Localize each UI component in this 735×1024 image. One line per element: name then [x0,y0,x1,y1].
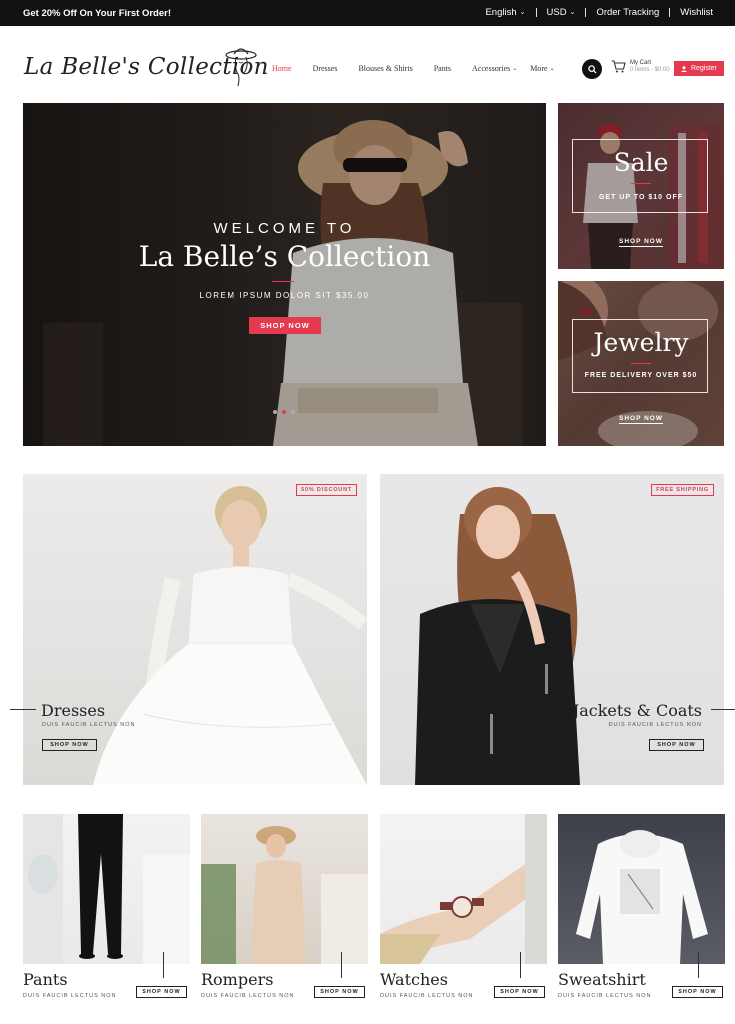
jackets-title: Jackets & Coats [572,701,702,720]
promo-text: Get 20% Off On Your First Order! [23,8,171,19]
hero-shop-now-button[interactable]: SHOP NOW [249,317,321,334]
dresses-subtitle: DUIS FAUCIB LECTUS NON [42,722,136,728]
carousel-dot[interactable] [273,410,277,414]
carousel-dot-active[interactable] [282,410,286,414]
hero-welcome: WELCOME TO [213,220,356,237]
pants-shop-now-button[interactable]: SHOP NOW [136,986,187,998]
sale-shop-now-link[interactable]: SHOP NOW [558,238,724,247]
rompers-image [201,826,368,964]
hero-subtitle: LOREM IPSUM DOLOR SIT $35.00 [199,291,370,300]
nav-item-blouses-shirts[interactable]: Blouses & Shirts [358,64,412,73]
pants-subtitle: DUIS FAUCIB LECTUS NON [23,993,117,999]
nav-item-label: More [530,64,548,73]
cart-text: My Cart 0 items - $0.00 [630,60,670,74]
divider [163,952,164,978]
nav-item-pants[interactable]: Pants [434,64,451,73]
user-icon [680,65,687,72]
nav-item-more[interactable]: More ⌄ [530,64,554,73]
language-label: English [485,7,517,18]
hero-overlay [23,103,546,446]
search-icon [587,64,597,74]
chevron-down-icon: ⌄ [569,9,576,16]
watches-image [380,814,547,964]
jewelry-shop-now-link[interactable]: SHOP NOW [558,415,724,424]
currency-select[interactable]: USD ⌄ [537,7,586,18]
nav-item-dresses[interactable]: Dresses [313,64,338,73]
category-rompers-image[interactable] [201,814,368,964]
sale-subtitle: GET UP TO $10 OFF [598,194,684,201]
site-logo[interactable]: La Belle's Collection [24,46,268,90]
cart-icon [611,60,626,73]
register-button[interactable]: Register [674,61,724,76]
hero-divider [272,281,294,282]
hero-banner: WELCOME TO La Belle’s Collection LOREM I… [23,103,546,446]
category-jackets-coats[interactable]: FREE SHIPPING Jackets & Coats DUIS FAUCI… [380,474,724,785]
rompers-shop-now-button[interactable]: SHOP NOW [314,986,365,998]
divider [520,952,521,978]
order-tracking-link[interactable]: Order Tracking [586,7,669,18]
hat-woman-icon [225,48,257,87]
carousel-dot[interactable] [291,410,295,414]
cart-summary: 0 items - $0.00 [630,67,670,73]
nav-item-accessories[interactable]: Accessories ⌄ [472,64,517,73]
currency-label: USD [546,7,567,18]
top-bar: Get 20% Off On Your First Order! English… [0,0,735,26]
pants-title: Pants [23,970,68,989]
sweatshirt-subtitle: DUIS FAUCIB LECTUS NON [558,993,652,999]
sweatshirt-image [576,830,708,964]
chevron-down-icon: ⌄ [549,66,555,72]
site-header: La Belle's Collection Home Dresses Blous… [0,26,735,104]
watches-shop-now-button[interactable]: SHOP NOW [494,986,545,998]
nav-item-label: Accessories [472,64,511,73]
divider [341,952,342,978]
cart-button[interactable]: My Cart 0 items - $0.00 [611,60,670,74]
jewelry-subtitle: FREE DELIVERY OVER $50 [584,372,698,379]
promo-divider [631,363,651,364]
category-sweatshirt-image[interactable] [558,814,725,964]
register-label: Register [690,65,718,72]
watches-title: Watches [380,970,448,989]
language-select[interactable]: English ⌄ [475,7,535,18]
rompers-title: Rompers [201,970,274,989]
rompers-subtitle: DUIS FAUCIB LECTUS NON [201,993,295,999]
category-watches-image[interactable] [380,814,547,964]
discount-badge: 50% DISCOUNT [296,484,357,496]
pants-image [23,814,190,964]
chevron-down-icon: ⌄ [519,9,526,16]
sale-shop-now-label: SHOP NOW [619,238,663,247]
top-bar-links: English ⌄ USD ⌄ Order Tracking Wishlist [475,7,723,18]
wishlist-link[interactable]: Wishlist [670,7,723,18]
sweatshirt-title: Sweatshirt [558,970,646,989]
jackets-shop-now-button[interactable]: SHOP NOW [649,739,704,751]
jackets-subtitle: DUIS FAUCIB LECTUS NON [608,722,702,728]
nav-item-home[interactable]: Home [272,64,292,73]
jewelry-title: Jewelry [593,328,689,357]
hero-title: La Belle’s Collection [138,240,431,273]
category-dresses[interactable]: 50% DISCOUNT Dresses DUIS FAUCIB LECTUS … [23,474,367,785]
divider [698,952,699,978]
carousel-dots [273,410,295,414]
main-nav: Home Dresses Blouses & Shirts Pants Acce… [262,64,555,73]
category-pants-image[interactable] [23,814,190,964]
cart-label: My Cart [630,60,651,66]
promo-jewelry[interactable]: Jewelry FREE DELIVERY OVER $50 SHOP NOW [558,281,724,446]
promo-divider [631,183,651,184]
sweatshirt-shop-now-button[interactable]: SHOP NOW [672,986,723,998]
search-button[interactable] [582,59,602,79]
chevron-down-icon: ⌄ [512,66,518,72]
dresses-title: Dresses [41,701,106,720]
dresses-shop-now-button[interactable]: SHOP NOW [42,739,97,751]
slider-prev-line[interactable] [10,709,36,710]
shipping-badge: FREE SHIPPING [651,484,714,496]
sale-title: Sale [613,148,669,177]
slider-next-line[interactable] [711,709,735,710]
promo-sale[interactable]: Sale GET UP TO $10 OFF SHOP NOW [558,103,724,269]
jewelry-shop-now-label: SHOP NOW [619,415,663,424]
watches-subtitle: DUIS FAUCIB LECTUS NON [380,993,474,999]
